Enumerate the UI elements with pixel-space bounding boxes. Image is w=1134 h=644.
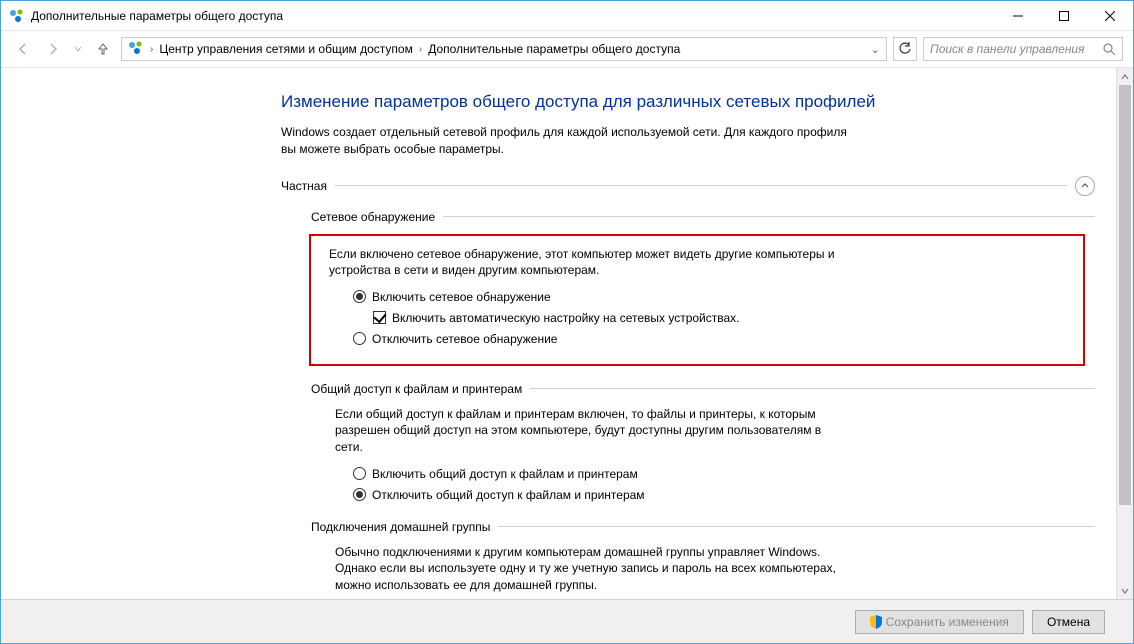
recent-dropdown[interactable]: [71, 37, 85, 61]
section-file-sharing: Общий доступ к файлам и принтерам Если о…: [311, 382, 1095, 504]
breadcrumb-current[interactable]: Дополнительные параметры общего доступа: [428, 42, 680, 56]
radio-fileshare-on[interactable]: Включить общий доступ к файлам и принтер…: [353, 466, 1095, 483]
page-subtitle: Windows создает отдельный сетевой профил…: [281, 124, 861, 158]
profile-header[interactable]: Частная: [281, 176, 1095, 196]
profile-label: Частная: [281, 179, 327, 193]
section-title: Сетевое обнаружение: [311, 210, 435, 224]
bottom-bar: Сохранить изменения Отмена: [1, 599, 1133, 643]
section-network-discovery: Сетевое обнаружение Если включено сетево…: [311, 210, 1095, 366]
titlebar: Дополнительные параметры общего доступа: [1, 1, 1133, 31]
checkbox-auto-setup[interactable]: Включить автоматическую настройку на сет…: [373, 310, 1071, 327]
content-area: Изменение параметров общего доступа для …: [1, 68, 1115, 599]
maximize-button[interactable]: [1041, 1, 1087, 31]
breadcrumb-parent[interactable]: Центр управления сетями и общим доступом: [159, 42, 413, 56]
up-button[interactable]: [91, 37, 115, 61]
chevron-down-icon[interactable]: ⌄: [871, 43, 880, 56]
network-sharing-icon: [9, 8, 25, 24]
radio-discovery-on[interactable]: Включить сетевое обнаружение: [353, 289, 1071, 306]
collapse-icon[interactable]: [1075, 176, 1095, 196]
chevron-right-icon: ›: [419, 44, 422, 55]
section-title: Общий доступ к файлам и принтерам: [311, 382, 522, 396]
back-button[interactable]: [11, 37, 35, 61]
checkbox-icon: [373, 311, 386, 324]
search-icon: [1102, 42, 1116, 56]
scroll-up-icon[interactable]: [1117, 68, 1133, 85]
forward-button[interactable]: [41, 37, 65, 61]
breadcrumb[interactable]: › Центр управления сетями и общим доступ…: [121, 37, 887, 61]
scroll-down-icon[interactable]: [1117, 582, 1133, 599]
cancel-button[interactable]: Отмена: [1032, 610, 1105, 634]
search-placeholder: Поиск в панели управления: [930, 42, 1102, 56]
section-homegroup: Подключения домашней группы Обычно подкл…: [311, 520, 1095, 599]
section-title: Подключения домашней группы: [311, 520, 490, 534]
section-desc: Обычно подключениями к другим компьютера…: [335, 544, 845, 594]
close-button[interactable]: [1087, 1, 1133, 31]
vertical-scrollbar[interactable]: [1116, 68, 1133, 599]
section-desc: Если общий доступ к файлам и принтерам в…: [335, 406, 845, 456]
radio-icon: [353, 332, 366, 345]
search-input[interactable]: Поиск в панели управления: [923, 37, 1123, 61]
shield-icon: [870, 615, 882, 629]
radio-icon: [353, 290, 366, 303]
navbar: › Центр управления сетями и общим доступ…: [1, 31, 1133, 67]
radio-fileshare-off[interactable]: Отключить общий доступ к файлам и принте…: [353, 487, 1095, 504]
page-heading: Изменение параметров общего доступа для …: [281, 92, 1095, 112]
window-title: Дополнительные параметры общего доступа: [31, 9, 995, 23]
radio-icon: [353, 467, 366, 480]
radio-discovery-off[interactable]: Отключить сетевое обнаружение: [353, 331, 1071, 348]
highlight-box: Если включено сетевое обнаружение, этот …: [309, 234, 1085, 366]
network-sharing-icon: [128, 40, 144, 59]
scroll-thumb[interactable]: [1119, 85, 1131, 505]
chevron-right-icon: ›: [150, 44, 153, 55]
section-desc: Если включено сетевое обнаружение, этот …: [329, 246, 839, 280]
radio-icon: [353, 488, 366, 501]
save-button[interactable]: Сохранить изменения: [855, 610, 1024, 634]
minimize-button[interactable]: [995, 1, 1041, 31]
refresh-button[interactable]: [893, 37, 917, 61]
